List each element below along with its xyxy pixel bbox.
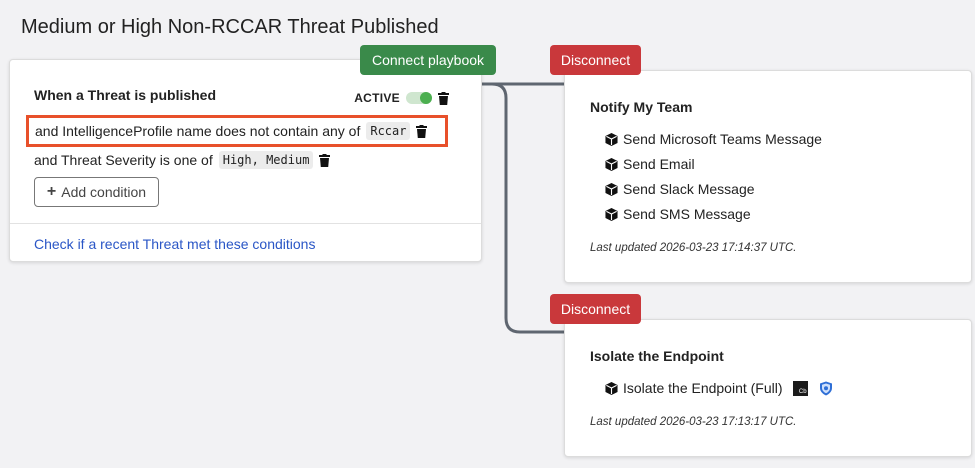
step-item: Isolate the Endpoint (Full) Cb <box>605 380 833 396</box>
step-label: Isolate the Endpoint (Full) <box>623 380 783 396</box>
condition-value: Rccar <box>366 122 411 140</box>
cube-icon <box>605 157 618 171</box>
step-item: Send Email <box>605 156 695 172</box>
condition-row-profile: and IntelligenceProfile name does not co… <box>26 115 448 147</box>
plus-icon: + <box>46 183 57 200</box>
trash-icon[interactable] <box>416 124 428 138</box>
trigger-heading: When a Threat is published <box>34 87 217 103</box>
trigger-footer: Check if a recent Threat met these condi… <box>10 223 481 263</box>
step-label: Send Slack Message <box>623 181 755 197</box>
page-title: Medium or High Non-RCCAR Threat Publishe… <box>21 16 439 38</box>
action-card-notify: Notify My Team Send Microsoft Teams Mess… <box>564 70 972 283</box>
step-item: Send Microsoft Teams Message <box>605 131 822 147</box>
disconnect-button[interactable]: Disconnect <box>550 294 641 324</box>
active-label: ACTIVE <box>354 91 400 105</box>
connect-playbook-button[interactable]: Connect playbook <box>360 45 496 75</box>
condition-value: High, Medium <box>218 151 314 169</box>
trash-icon[interactable] <box>319 153 331 167</box>
last-updated: Last updated 2026-03-23 17:14:37 UTC. <box>590 242 797 254</box>
action-card-isolate: Isolate the Endpoint Isolate the Endpoin… <box>564 319 972 457</box>
carbon-black-icon: Cb <box>792 380 808 396</box>
cube-icon <box>605 132 618 146</box>
action-title: Isolate the Endpoint <box>590 348 724 364</box>
toggle-icon[interactable] <box>406 92 432 104</box>
cube-icon <box>605 207 618 221</box>
cube-icon <box>605 182 618 196</box>
trigger-card: When a Threat is published ACTIVE and In… <box>9 59 482 262</box>
add-condition-button[interactable]: + Add condition <box>34 177 159 207</box>
check-recent-threat-link[interactable]: Check if a recent Threat met these condi… <box>34 236 315 252</box>
action-title: Notify My Team <box>590 99 693 115</box>
step-item: Send Slack Message <box>605 181 755 197</box>
trash-icon[interactable] <box>438 91 449 105</box>
cube-icon <box>605 381 618 395</box>
step-item: Send SMS Message <box>605 206 751 222</box>
step-label: Send SMS Message <box>623 206 751 222</box>
step-label: Send Email <box>623 156 695 172</box>
active-status: ACTIVE <box>354 91 449 105</box>
last-updated: Last updated 2026-03-23 17:13:17 UTC. <box>590 416 797 428</box>
step-label: Send Microsoft Teams Message <box>623 131 822 147</box>
add-condition-label: Add condition <box>61 184 147 200</box>
condition-row-severity: and Threat Severity is one of High, Medi… <box>34 149 331 171</box>
condition-text: and Threat Severity is one of <box>34 152 213 168</box>
shield-icon <box>819 381 832 395</box>
condition-text: and IntelligenceProfile name does not co… <box>35 123 361 139</box>
disconnect-button[interactable]: Disconnect <box>550 45 641 75</box>
